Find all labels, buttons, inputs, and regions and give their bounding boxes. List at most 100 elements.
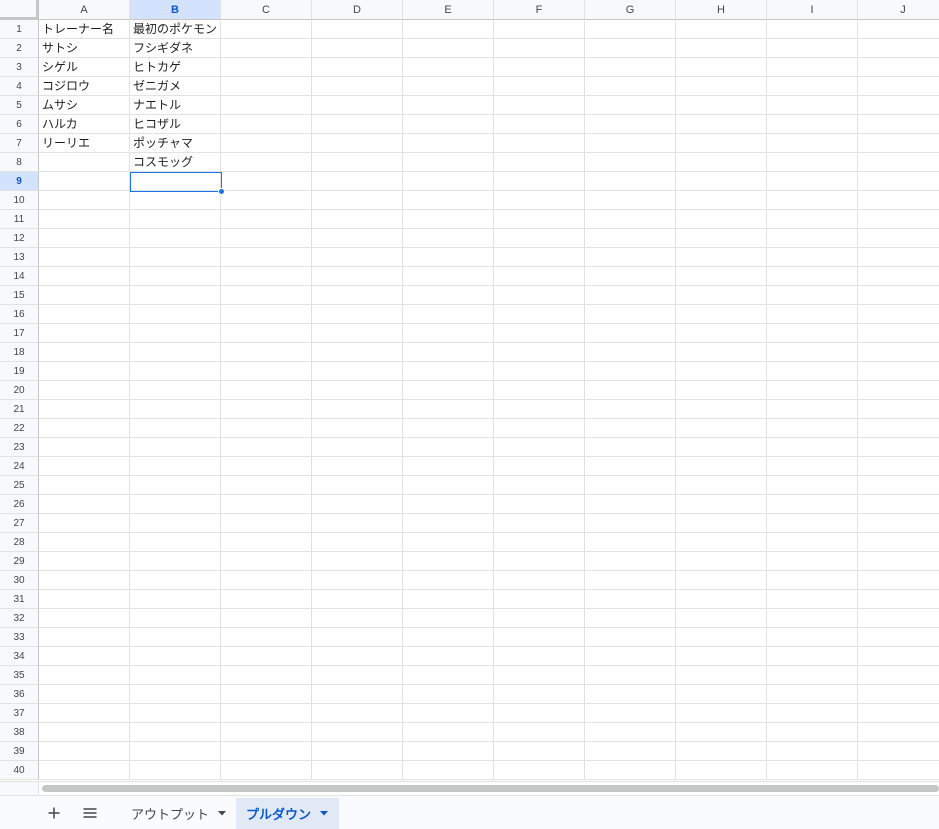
row-header-37[interactable]: 37 xyxy=(0,704,39,723)
cell-E8[interactable] xyxy=(403,153,494,172)
cell-I30[interactable] xyxy=(767,571,858,590)
cell-C40[interactable] xyxy=(221,761,312,780)
cell-J36[interactable] xyxy=(858,685,939,704)
cell-B3[interactable]: ヒトカゲ xyxy=(130,58,221,77)
cell-B39[interactable] xyxy=(130,742,221,761)
cell-H14[interactable] xyxy=(676,267,767,286)
row-header-33[interactable]: 33 xyxy=(0,628,39,647)
cell-J35[interactable] xyxy=(858,666,939,685)
cell-C19[interactable] xyxy=(221,362,312,381)
cell-C32[interactable] xyxy=(221,609,312,628)
cell-F40[interactable] xyxy=(494,761,585,780)
cell-G37[interactable] xyxy=(585,704,676,723)
cell-D38[interactable] xyxy=(312,723,403,742)
cell-G25[interactable] xyxy=(585,476,676,495)
horizontal-scrollbar[interactable] xyxy=(0,781,939,795)
cell-J34[interactable] xyxy=(858,647,939,666)
cell-D5[interactable] xyxy=(312,96,403,115)
select-all-corner[interactable] xyxy=(0,0,39,20)
cell-I9[interactable] xyxy=(767,172,858,191)
sheet-tab-pulldown[interactable]: プルダウン xyxy=(236,798,339,829)
cell-B7[interactable]: ポッチャマ xyxy=(130,134,221,153)
cell-I1[interactable] xyxy=(767,20,858,39)
cell-F38[interactable] xyxy=(494,723,585,742)
cell-D35[interactable] xyxy=(312,666,403,685)
cell-C5[interactable] xyxy=(221,96,312,115)
cell-B40[interactable] xyxy=(130,761,221,780)
cell-B17[interactable] xyxy=(130,324,221,343)
cell-A15[interactable] xyxy=(39,286,130,305)
cell-J17[interactable] xyxy=(858,324,939,343)
cell-I35[interactable] xyxy=(767,666,858,685)
cell-I33[interactable] xyxy=(767,628,858,647)
cell-F18[interactable] xyxy=(494,343,585,362)
cell-B34[interactable] xyxy=(130,647,221,666)
cell-H34[interactable] xyxy=(676,647,767,666)
cell-G12[interactable] xyxy=(585,229,676,248)
cell-E27[interactable] xyxy=(403,514,494,533)
cell-D6[interactable] xyxy=(312,115,403,134)
cell-F4[interactable] xyxy=(494,77,585,96)
cell-D16[interactable] xyxy=(312,305,403,324)
cell-F5[interactable] xyxy=(494,96,585,115)
cell-D28[interactable] xyxy=(312,533,403,552)
cell-C23[interactable] xyxy=(221,438,312,457)
cell-B22[interactable] xyxy=(130,419,221,438)
cell-A17[interactable] xyxy=(39,324,130,343)
row-header-40[interactable]: 40 xyxy=(0,761,39,780)
cell-G6[interactable] xyxy=(585,115,676,134)
cell-E13[interactable] xyxy=(403,248,494,267)
cell-C1[interactable] xyxy=(221,20,312,39)
cell-I8[interactable] xyxy=(767,153,858,172)
cell-B28[interactable] xyxy=(130,533,221,552)
cell-A37[interactable] xyxy=(39,704,130,723)
cell-F2[interactable] xyxy=(494,39,585,58)
row-header-24[interactable]: 24 xyxy=(0,457,39,476)
add-sheet-button[interactable] xyxy=(41,800,67,826)
cell-H11[interactable] xyxy=(676,210,767,229)
cell-A3[interactable]: シゲル xyxy=(39,58,130,77)
column-header-h[interactable]: H xyxy=(676,0,767,20)
cell-D36[interactable] xyxy=(312,685,403,704)
cell-D15[interactable] xyxy=(312,286,403,305)
row-header-19[interactable]: 19 xyxy=(0,362,39,381)
cell-G13[interactable] xyxy=(585,248,676,267)
cell-D19[interactable] xyxy=(312,362,403,381)
cell-A10[interactable] xyxy=(39,191,130,210)
cell-I29[interactable] xyxy=(767,552,858,571)
cell-C16[interactable] xyxy=(221,305,312,324)
cell-B16[interactable] xyxy=(130,305,221,324)
cell-D30[interactable] xyxy=(312,571,403,590)
column-header-i[interactable]: I xyxy=(767,0,858,20)
cell-G18[interactable] xyxy=(585,343,676,362)
cell-A26[interactable] xyxy=(39,495,130,514)
cell-E14[interactable] xyxy=(403,267,494,286)
cell-A40[interactable] xyxy=(39,761,130,780)
row-header-14[interactable]: 14 xyxy=(0,267,39,286)
cell-B27[interactable] xyxy=(130,514,221,533)
row-header-17[interactable]: 17 xyxy=(0,324,39,343)
cell-A29[interactable] xyxy=(39,552,130,571)
cell-E5[interactable] xyxy=(403,96,494,115)
cell-H30[interactable] xyxy=(676,571,767,590)
cell-C35[interactable] xyxy=(221,666,312,685)
row-header-36[interactable]: 36 xyxy=(0,685,39,704)
row-header-5[interactable]: 5 xyxy=(0,96,39,115)
cell-G11[interactable] xyxy=(585,210,676,229)
cell-J37[interactable] xyxy=(858,704,939,723)
cell-D39[interactable] xyxy=(312,742,403,761)
cell-A4[interactable]: コジロウ xyxy=(39,77,130,96)
cell-F12[interactable] xyxy=(494,229,585,248)
cell-A35[interactable] xyxy=(39,666,130,685)
row-header-9[interactable]: 9 xyxy=(0,172,39,191)
cell-B5[interactable]: ナエトル xyxy=(130,96,221,115)
cell-C39[interactable] xyxy=(221,742,312,761)
cell-I2[interactable] xyxy=(767,39,858,58)
cell-I12[interactable] xyxy=(767,229,858,248)
row-header-6[interactable]: 6 xyxy=(0,115,39,134)
column-header-g[interactable]: G xyxy=(585,0,676,20)
cell-E12[interactable] xyxy=(403,229,494,248)
cell-B33[interactable] xyxy=(130,628,221,647)
cell-I25[interactable] xyxy=(767,476,858,495)
cell-G32[interactable] xyxy=(585,609,676,628)
